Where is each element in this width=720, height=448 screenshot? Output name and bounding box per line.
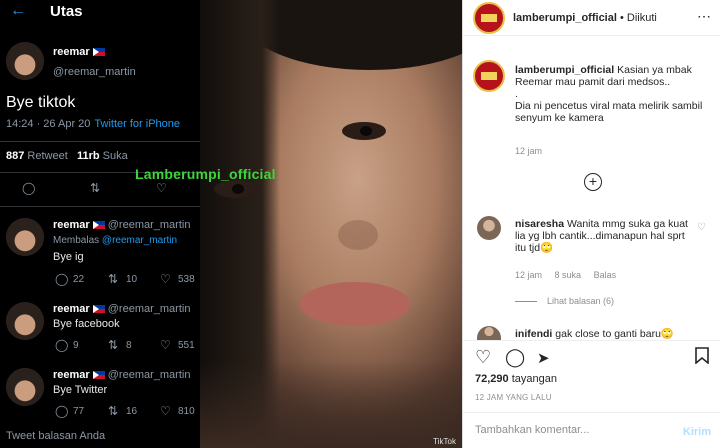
reply-icon: ◯ [55, 404, 69, 418]
avatar[interactable] [477, 216, 501, 240]
avatar[interactable] [477, 326, 501, 340]
comment-text: inifendi gak close to ganti baru🙄 [515, 328, 674, 339]
reply-icon: ◯ [55, 272, 69, 286]
tweet-meta: 14:24 · 26 Apr 20 Twitter for iPhone [6, 118, 180, 130]
tweet-actions: ◯ ⇅ ♡ [0, 181, 200, 199]
divider [0, 141, 200, 142]
avatar [6, 302, 44, 340]
eye [214, 180, 258, 198]
heart-icon: ♡ [156, 181, 167, 195]
post-time: 12 JAM YANG LALU [475, 393, 552, 402]
nose [338, 220, 378, 250]
philippines-flag-icon [92, 221, 105, 230]
reply-author-name: reemar @reemar_martin [53, 219, 191, 231]
instagram-panel: lamberumpi_official • Diikuti ⋯ lamberum… [462, 0, 720, 448]
video-frame[interactable]: TikTok [200, 0, 462, 448]
avatar [6, 218, 44, 256]
lips [300, 282, 410, 326]
post-actions: ♡ ◯ ➤ [463, 340, 720, 374]
avatar [6, 368, 44, 406]
plus-circle-icon[interactable]: + [584, 173, 602, 191]
avatar[interactable] [473, 2, 505, 34]
reply-icon: ◯ [22, 181, 36, 195]
heart-icon: ♡ [160, 272, 171, 286]
retweet-icon: ⇅ [108, 272, 119, 286]
reply-author-name: reemar @reemar_martin [53, 369, 191, 381]
tweet-author-name: reemar [53, 46, 105, 58]
heart-icon[interactable]: ♡ [697, 222, 706, 233]
comment-box: Kirim [463, 412, 720, 448]
view-replies-button[interactable]: Lihat balasan (6) [515, 296, 614, 306]
heart-icon: ♡ [160, 404, 171, 418]
reply-actions: ◯ 77 ⇅ 16 ♡ 810 [55, 404, 195, 418]
follow-status[interactable]: Diikuti [627, 12, 657, 24]
post-header: lamberumpi_official • Diikuti ⋯ [463, 0, 720, 36]
retweet-icon: ⇅ [90, 181, 101, 195]
comment-input[interactable] [475, 424, 665, 436]
reply-text: Bye Twitter [53, 384, 108, 396]
tweet-author-handle: @reemar_martin [53, 66, 136, 78]
post-caption: lamberumpi_official Kasian ya mbak Reema… [515, 64, 703, 124]
comment-text: nisaresha Wanita mmg suka ga kuat lia yg… [515, 218, 688, 254]
twitter-screenshot: ← Utas reemar @reemar_martin Bye tiktok … [0, 0, 200, 448]
divider [0, 206, 200, 207]
retweet-icon: ⇅ [108, 404, 119, 418]
comment-username[interactable]: nisaresha [515, 218, 564, 230]
retweet-icon: ⇅ [108, 338, 119, 352]
twitter-title: Utas [50, 3, 83, 20]
send-button[interactable]: Kirim [683, 426, 711, 438]
more-dots-icon[interactable]: ⋯ [697, 8, 711, 25]
eye [342, 122, 386, 140]
bookmark-icon[interactable] [695, 347, 709, 369]
reply-actions: ◯ 9 ⇅ 8 ♡ 551 [55, 338, 195, 352]
header-username[interactable]: lamberumpi_official • Diikuti [513, 12, 657, 24]
reply-text: Bye ig [53, 251, 84, 263]
twitter-header: ← Utas [0, 0, 200, 26]
heart-icon: ♡ [160, 338, 171, 352]
reply-icon: ◯ [55, 338, 69, 352]
philippines-flag-icon [92, 371, 105, 380]
reply-actions: ◯ 22 ⇅ 10 ♡ 538 [55, 272, 195, 286]
comment-icon[interactable]: ◯ [505, 347, 525, 368]
reply-button[interactable]: Balas [594, 270, 617, 280]
tweet-stats: 887 Retweet 11rb Suka [6, 150, 128, 162]
watermark-text: Lamberumpi_official [135, 166, 276, 182]
comment-likes[interactable]: 8 suka [555, 270, 582, 280]
share-icon[interactable]: ➤ [537, 349, 550, 367]
heart-icon[interactable]: ♡ [475, 347, 491, 368]
replying-to: Membalas @reemar_martin [53, 235, 178, 246]
tweet-reply-prompt: Tweet balasan Anda [6, 430, 106, 442]
avatar [6, 42, 44, 80]
avatar[interactable] [473, 60, 505, 92]
philippines-flag-icon [92, 305, 105, 314]
caption-username[interactable]: lamberumpi_official [515, 64, 614, 76]
reply-text: Bye facebook [53, 318, 120, 330]
comment-meta: 12 jam 8 suka Balas [515, 270, 617, 280]
philippines-flag-icon [92, 48, 105, 57]
reply-author-name: reemar @reemar_martin [53, 303, 191, 315]
arrow-left-icon: ← [10, 2, 26, 19]
tiktok-watermark: TikTok [433, 437, 456, 446]
view-count[interactable]: 72,290 tayangan [475, 373, 557, 385]
post-media[interactable]: ← Utas reemar @reemar_martin Bye tiktok … [0, 0, 462, 448]
tweet-text: Bye tiktok [6, 94, 76, 111]
caption-time: 12 jam [515, 146, 543, 156]
